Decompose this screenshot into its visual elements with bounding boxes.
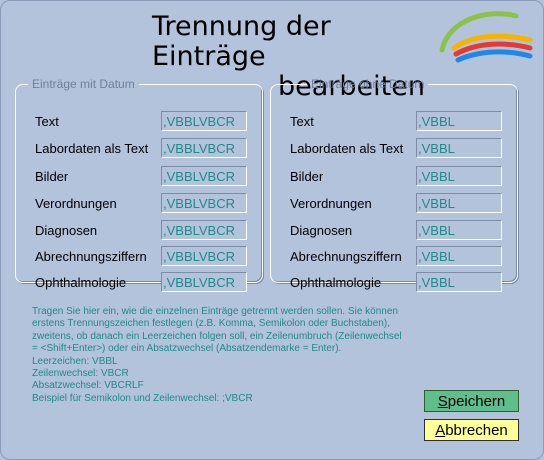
help-paragraph: Absatzwechsel: VBCRLF xyxy=(32,380,144,392)
row-images: Bilder xyxy=(271,166,517,188)
row-label: Diagnosen xyxy=(35,223,98,238)
row-prescriptions: Verordnungen xyxy=(16,193,262,215)
separator-input-ophthalmology[interactable] xyxy=(161,272,247,292)
separator-input-billing-codes[interactable] xyxy=(161,246,247,266)
row-label: Abrechnungsziffern xyxy=(35,249,147,264)
group-entries-with-date: Einträge mit Datum Text Labordaten als T… xyxy=(15,77,263,292)
row-images: Bilder xyxy=(16,166,262,188)
row-label: Bilder xyxy=(35,169,69,184)
row-label: Ophthalmologie xyxy=(290,275,382,290)
separator-input-text-nodate[interactable] xyxy=(416,111,502,131)
row-lab-data: Labordaten als Text xyxy=(271,138,517,160)
row-label: Labordaten als Text xyxy=(35,141,149,156)
swoosh-logo-icon xyxy=(439,11,533,63)
row-text: Text xyxy=(16,111,262,133)
row-billing-codes: Abrechnungsziffern xyxy=(16,246,262,268)
row-label: Text xyxy=(290,114,314,129)
separator-input-images[interactable] xyxy=(161,166,247,186)
row-label: Diagnosen xyxy=(290,223,353,238)
row-label: Bilder xyxy=(290,169,324,184)
row-diagnoses: Diagnosen xyxy=(271,220,517,242)
save-label: peichern xyxy=(447,392,506,410)
save-accel-key: S xyxy=(437,392,448,410)
cancel-label: bbrechen xyxy=(445,421,508,439)
row-label: Verordnungen xyxy=(290,196,372,211)
separator-input-prescriptions[interactable] xyxy=(161,193,247,213)
row-text: Text xyxy=(271,111,517,133)
cancel-button[interactable]: Abbrechen xyxy=(424,419,519,441)
row-label: Text xyxy=(35,114,59,129)
separator-input-text[interactable] xyxy=(161,111,247,131)
help-intro: Tragen Sie hier ein, wie die einzelnen E… xyxy=(32,306,405,355)
row-label: Labordaten als Text xyxy=(290,141,404,156)
save-button[interactable]: Speichern xyxy=(424,390,519,412)
group-legend: Einträge ohne Datum xyxy=(311,77,425,91)
help-space: Leerzeichen: VBBL xyxy=(32,355,118,367)
help-linebreak: Zeilenwechsel: VBCR xyxy=(32,368,129,380)
separator-input-diagnoses[interactable] xyxy=(161,220,247,240)
separator-input-prescriptions-nodate[interactable] xyxy=(416,193,502,213)
row-ophthalmology: Ophthalmologie xyxy=(271,272,517,294)
cancel-accel-key: A xyxy=(435,421,446,439)
separator-input-diagnoses-nodate[interactable] xyxy=(416,220,502,240)
row-lab-data: Labordaten als Text xyxy=(16,138,262,160)
row-billing-codes: Abrechnungsziffern xyxy=(271,246,517,268)
row-ophthalmology: Ophthalmologie xyxy=(16,272,262,294)
row-label: Verordnungen xyxy=(35,196,117,211)
row-diagnoses: Diagnosen xyxy=(16,220,262,242)
group-legend: Einträge mit Datum xyxy=(32,77,135,91)
help-text: Tragen Sie hier ein, wie die einzelnen E… xyxy=(32,306,402,405)
separator-input-lab-data-nodate[interactable] xyxy=(416,138,502,158)
row-prescriptions: Verordnungen xyxy=(271,193,517,215)
separator-input-ophthalmology-nodate[interactable] xyxy=(416,272,502,292)
separator-input-lab-data[interactable] xyxy=(161,138,247,158)
group-entries-without-date: Einträge ohne Datum Text Labordaten als … xyxy=(270,77,518,292)
row-label: Ophthalmologie xyxy=(35,275,127,290)
separator-input-billing-codes-nodate[interactable] xyxy=(416,246,502,266)
title-line-1: Trennung der Einträge xyxy=(152,11,331,72)
row-label: Abrechnungsziffern xyxy=(290,249,402,264)
separator-input-images-nodate[interactable] xyxy=(416,166,502,186)
help-example: Beispiel für Semikolon und Zeilenwechsel… xyxy=(32,392,253,404)
